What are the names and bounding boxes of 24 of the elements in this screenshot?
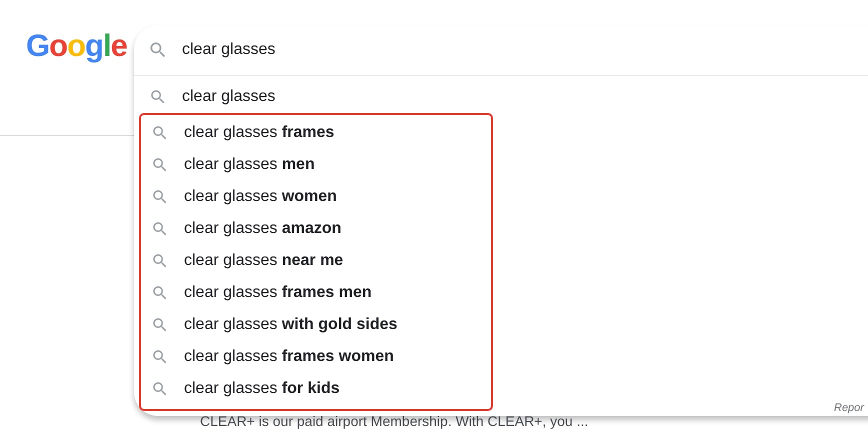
suggestion-item[interactable]: clear glasses frames men: [141, 277, 491, 309]
suggestion-item[interactable]: clear glasses amazon: [141, 213, 491, 245]
report-link[interactable]: Repor: [834, 402, 864, 414]
suggestion-item[interactable]: clear glasses for kids: [141, 373, 491, 405]
search-icon: [149, 88, 167, 106]
search-icon: [151, 284, 169, 302]
search-icon: [151, 220, 169, 238]
logo[interactable]: Google: [26, 28, 127, 64]
suggestion-item[interactable]: clear glasses men: [141, 149, 491, 181]
result-snippet: CLEAR+ is our paid airport Membership. With CLEAR+, you ...: [200, 414, 588, 429]
suggestion-item[interactable]: clear glasses women: [141, 181, 491, 213]
search-icon: [151, 188, 169, 206]
suggestion-item[interactable]: clear glasses frames women: [141, 341, 491, 373]
search-icon: [151, 124, 169, 142]
search-icon: [151, 380, 169, 398]
suggestion-item[interactable]: clear glasses near me: [141, 245, 491, 277]
suggestion-item[interactable]: clear glasses frames: [141, 117, 491, 149]
search-icon: [151, 252, 169, 270]
suggestion-item[interactable]: clear glasses: [134, 81, 868, 113]
search-icon: [151, 348, 169, 366]
suggestion-item[interactable]: clear glasses with gold sides: [141, 309, 491, 341]
search-icon: [151, 156, 169, 174]
search-icon: [148, 40, 168, 60]
search-icon: [151, 316, 169, 334]
